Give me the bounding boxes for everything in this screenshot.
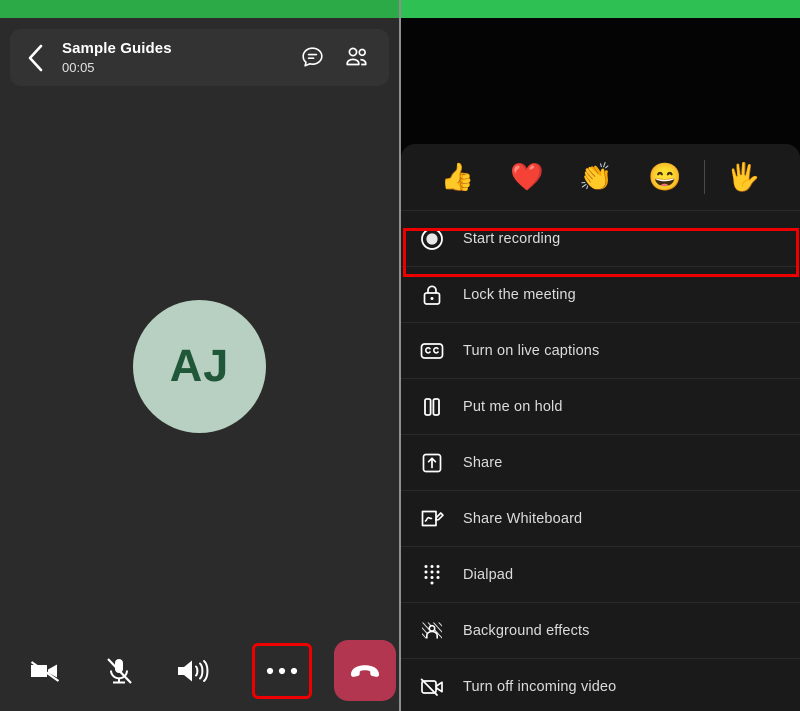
menu-item-label: Start recording [463, 230, 561, 247]
mic-off-icon [102, 654, 136, 688]
raise-hand-icon: 🖐️ [726, 161, 761, 192]
background-effects-icon [401, 618, 463, 644]
menu-item-share-whiteboard[interactable]: Share Whiteboard [401, 490, 800, 546]
menu-item-label: Share [463, 454, 503, 471]
mic-toggle-button[interactable] [90, 642, 148, 700]
menu-item-live-captions[interactable]: Turn on live captions [401, 322, 800, 378]
options-panel: 👍 ❤️ 👏 😄 🖐️ Start recording Lock the mee… [401, 18, 800, 711]
menu-item-turn-off-incoming-video[interactable]: Turn off incoming video [401, 658, 800, 711]
raise-hand-reaction[interactable]: 🖐️ [709, 161, 778, 192]
menu-item-label: Background effects [463, 622, 590, 639]
menu-item-label: Turn off incoming video [463, 678, 617, 695]
reactions-divider [703, 160, 705, 194]
chat-button[interactable] [299, 44, 326, 71]
record-icon [401, 226, 463, 252]
video-stage: AJ [0, 86, 399, 646]
more-options-button[interactable] [252, 642, 312, 699]
menu-item-label: Put me on hold [463, 398, 563, 415]
status-bar-right [401, 0, 800, 18]
menu-item-share[interactable]: Share [401, 434, 800, 490]
meeting-panel: Sample Guides 00:05 AJ [0, 18, 399, 711]
menu-item-background-effects[interactable]: Background effects [401, 602, 800, 658]
dialpad-icon [401, 562, 463, 588]
menu-item-lock-meeting[interactable]: Lock the meeting [401, 266, 800, 322]
thumbs-up-icon: 👍 [440, 161, 475, 192]
avatar: AJ [133, 299, 266, 433]
video-off-icon [401, 674, 463, 700]
menu-item-start-recording[interactable]: Start recording [401, 210, 800, 266]
more-options-sheet: 👍 ❤️ 👏 😄 🖐️ Start recording Lock the mee… [401, 144, 800, 711]
meeting-title-block: Sample Guides 00:05 [62, 39, 299, 76]
menu-item-put-me-on-hold[interactable]: Put me on hold [401, 378, 800, 434]
hang-up-button[interactable] [334, 640, 396, 701]
lock-icon [401, 282, 463, 308]
heart-icon: ❤️ [509, 161, 544, 192]
meeting-title: Sample Guides [62, 40, 172, 57]
back-button[interactable] [10, 29, 62, 86]
share-icon [401, 450, 463, 476]
menu-item-label: Share Whiteboard [463, 510, 583, 527]
speaker-button[interactable] [164, 642, 222, 700]
speaker-icon [175, 656, 211, 686]
clap-reaction[interactable]: 👏 [561, 161, 630, 192]
laugh-reaction[interactable]: 😄 [631, 161, 700, 192]
whiteboard-icon [401, 506, 463, 532]
chat-bubble-icon [300, 45, 325, 70]
header-actions [299, 44, 389, 71]
heart-reaction[interactable]: ❤️ [492, 161, 561, 192]
menu-item-label: Turn on live captions [463, 342, 600, 359]
menu-item-dialpad[interactable]: Dialpad [401, 546, 800, 602]
menu-item-label: Dialpad [463, 566, 514, 583]
participants-button[interactable] [343, 44, 370, 71]
hang-up-icon [348, 661, 382, 681]
thumbs-up-reaction[interactable]: 👍 [423, 161, 492, 192]
more-options-icon [264, 666, 300, 676]
status-bar-left [0, 0, 399, 18]
camera-off-icon [27, 655, 63, 687]
reactions-row: 👍 ❤️ 👏 😄 🖐️ [401, 144, 800, 210]
clap-icon: 👏 [579, 161, 613, 192]
people-icon [343, 45, 370, 70]
chevron-left-icon [26, 43, 46, 73]
closed-captions-icon [401, 339, 463, 363]
camera-toggle-button[interactable] [16, 642, 74, 700]
meeting-elapsed-time: 00:05 [62, 60, 95, 75]
app-screen: Sample Guides 00:05 AJ 👍 ❤️ 👏 😄 🖐️ Start… [0, 0, 800, 711]
menu-item-label: Lock the meeting [463, 286, 576, 303]
laugh-icon: 😄 [648, 161, 683, 192]
avatar-initials: AJ [169, 340, 230, 391]
meeting-header: Sample Guides 00:05 [10, 29, 389, 86]
pause-icon [401, 394, 463, 420]
call-controls-toolbar [0, 630, 399, 711]
